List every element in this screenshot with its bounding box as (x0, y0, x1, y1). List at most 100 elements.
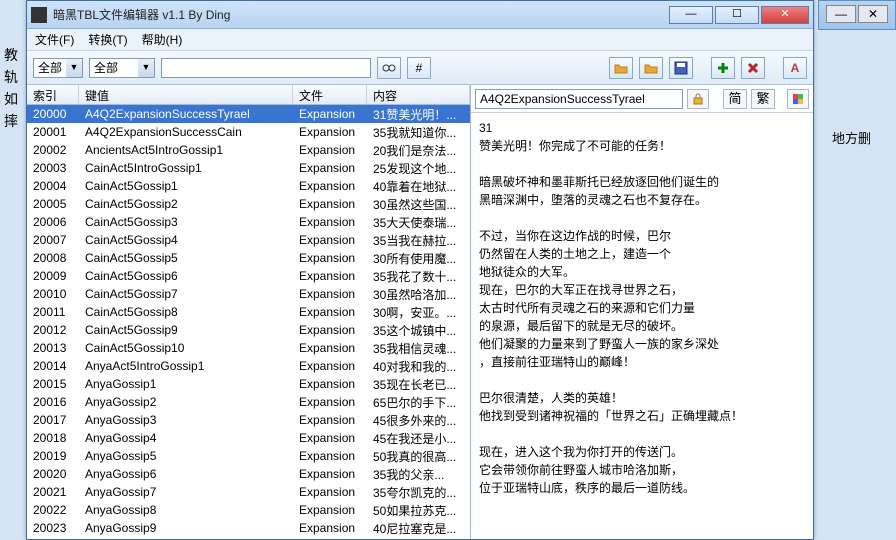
cell-content: 20我们是奈法... (367, 142, 470, 159)
table-row[interactable]: 20013CainAct5Gossip10Expansion35我相信灵魂... (27, 339, 470, 357)
cell-content: 40我的人民相... (367, 538, 470, 540)
cell-content: 35我花了数十... (367, 268, 470, 285)
maximize-button[interactable]: ☐ (715, 6, 759, 24)
filter-combo-1[interactable]: 全部▼ (33, 58, 83, 78)
table-row[interactable]: 20012CainAct5Gossip9Expansion35这个城镇中... (27, 321, 470, 339)
cell-content: 50如果拉苏克... (367, 502, 470, 519)
cell-key: AnyaGossip8 (79, 503, 293, 517)
col-index[interactable]: 索引 (27, 85, 79, 104)
cell-index: 20013 (27, 341, 79, 355)
cell-index: 20022 (27, 503, 79, 517)
cell-index: 20008 (27, 251, 79, 265)
cell-file: Expansion (293, 179, 367, 193)
search-input[interactable] (161, 58, 371, 78)
cell-key: AnyaGossip5 (79, 449, 293, 463)
cell-file: Expansion (293, 323, 367, 337)
table-row[interactable]: 20005CainAct5Gossip2Expansion30虽然这些国... (27, 195, 470, 213)
menu-help[interactable]: 帮助(H) (142, 31, 183, 48)
table-row[interactable]: 20022AnyaGossip8Expansion50如果拉苏克... (27, 501, 470, 519)
table-row[interactable]: 20024AnyaGossip10Expansion40我的人民相... (27, 537, 470, 539)
cell-index: 20005 (27, 197, 79, 211)
close-button[interactable]: ✕ (761, 6, 809, 24)
cell-key: AnyaGossip1 (79, 377, 293, 391)
table-row[interactable]: 20014AnyaAct5IntroGossip1Expansion40对我和我… (27, 357, 470, 375)
table-header: 索引 键值 文件 内容 (27, 85, 470, 105)
app-icon (31, 7, 47, 23)
cell-content: 35我相信灵魂... (367, 340, 470, 357)
cell-file: Expansion (293, 431, 367, 445)
table-row[interactable]: 20011CainAct5Gossip8Expansion30啊，安亚。... (27, 303, 470, 321)
detail-toolbar: 简 繁 (471, 85, 813, 113)
key-field[interactable] (475, 89, 683, 109)
col-content[interactable]: 内容 (367, 85, 470, 104)
table-row[interactable]: 20021AnyaGossip7Expansion35夸尔凯克的... (27, 483, 470, 501)
font-icon[interactable]: A (783, 57, 807, 79)
titlebar: 暗黑TBL文件编辑器 v1.1 By Ding — ☐ ✕ (27, 1, 813, 29)
menubar: 文件(F) 转换(T) 帮助(H) (27, 29, 813, 51)
save-icon[interactable] (669, 57, 693, 79)
table-row[interactable]: 20002AncientsAct5IntroGossip1Expansion20… (27, 141, 470, 159)
cell-key: AnyaGossip2 (79, 395, 293, 409)
cell-file: Expansion (293, 449, 367, 463)
col-file[interactable]: 文件 (293, 85, 367, 104)
cell-content: 30所有使用魔... (367, 250, 470, 267)
cell-key: A4Q2ExpansionSuccessTyrael (79, 107, 293, 121)
table-row[interactable]: 20009CainAct5Gossip6Expansion35我花了数十... (27, 267, 470, 285)
lock-icon[interactable] (687, 89, 709, 109)
cell-file: Expansion (293, 287, 367, 301)
cell-key: CainAct5Gossip9 (79, 323, 293, 337)
table-row[interactable]: 20007CainAct5Gossip4Expansion35当我在赫拉... (27, 231, 470, 249)
table-row[interactable]: 20017AnyaGossip3Expansion45很多外来的... (27, 411, 470, 429)
table-body[interactable]: 20000A4Q2ExpansionSuccessTyraelExpansion… (27, 105, 470, 539)
table-row[interactable]: 20010CainAct5Gossip7Expansion30虽然哈洛加... (27, 285, 470, 303)
menu-file[interactable]: 文件(F) (35, 31, 74, 48)
cell-file: Expansion (293, 107, 367, 121)
hash-button[interactable]: # (407, 57, 431, 79)
cell-content: 35大天使泰瑞... (367, 214, 470, 231)
menu-convert[interactable]: 转换(T) (88, 31, 127, 48)
delete-icon[interactable] (741, 57, 765, 79)
cell-index: 20002 (27, 143, 79, 157)
content-textarea[interactable]: 31 赞美光明！你完成了不可能的任务！ 暗黑破坏神和墨菲斯托已经放逐回他们诞生的… (471, 113, 813, 539)
table-row[interactable]: 20006CainAct5Gossip3Expansion35大天使泰瑞... (27, 213, 470, 231)
binoculars-icon[interactable] (377, 57, 401, 79)
table-row[interactable]: 20000A4Q2ExpansionSuccessTyraelExpansion… (27, 105, 470, 123)
open-folder-2-icon[interactable] (639, 57, 663, 79)
simplified-button[interactable]: 简 (723, 89, 747, 109)
filter-combo-2[interactable]: 全部▼ (89, 58, 155, 78)
cell-index: 20021 (27, 485, 79, 499)
add-icon[interactable] (711, 57, 735, 79)
cell-file: Expansion (293, 161, 367, 175)
table-row[interactable]: 20001A4Q2ExpansionSuccessCainExpansion35… (27, 123, 470, 141)
bg-close-button[interactable]: ✕ (858, 5, 888, 23)
cell-index: 20001 (27, 125, 79, 139)
cell-file: Expansion (293, 467, 367, 481)
open-folder-icon[interactable] (609, 57, 633, 79)
table-row[interactable]: 20008CainAct5Gossip5Expansion30所有使用魔... (27, 249, 470, 267)
cell-file: Expansion (293, 341, 367, 355)
table-row[interactable]: 20015AnyaGossip1Expansion35现在长老已... (27, 375, 470, 393)
table-row[interactable]: 20003CainAct5IntroGossip1Expansion25发现这个… (27, 159, 470, 177)
cell-index: 20011 (27, 305, 79, 319)
bg-left-text: 教 轨如摔 (0, 40, 28, 136)
table-row[interactable]: 20018AnyaGossip4Expansion45在我还是小... (27, 429, 470, 447)
bg-min-button[interactable]: — (826, 5, 856, 23)
cell-index: 20023 (27, 521, 79, 535)
table-row[interactable]: 20020AnyaGossip6Expansion35我的父亲... (27, 465, 470, 483)
color-picker-icon[interactable] (787, 89, 809, 109)
cell-key: CainAct5IntroGossip1 (79, 161, 293, 175)
table-row[interactable]: 20016AnyaGossip2Expansion65巴尔的手下... (27, 393, 470, 411)
traditional-button[interactable]: 繁 (751, 89, 775, 109)
col-key[interactable]: 键值 (79, 85, 293, 104)
cell-index: 20007 (27, 233, 79, 247)
cell-key: CainAct5Gossip3 (79, 215, 293, 229)
table-row[interactable]: 20004CainAct5Gossip1Expansion40靠着在地狱... (27, 177, 470, 195)
table-row[interactable]: 20023AnyaGossip9Expansion40尼拉塞克是... (27, 519, 470, 537)
minimize-button[interactable]: — (669, 6, 713, 24)
cell-content: 30虽然哈洛加... (367, 286, 470, 303)
table-row[interactable]: 20019AnyaGossip5Expansion50我真的很高... (27, 447, 470, 465)
cell-content: 45很多外来的... (367, 412, 470, 429)
cell-key: CainAct5Gossip8 (79, 305, 293, 319)
cell-key: CainAct5Gossip1 (79, 179, 293, 193)
cell-index: 20006 (27, 215, 79, 229)
